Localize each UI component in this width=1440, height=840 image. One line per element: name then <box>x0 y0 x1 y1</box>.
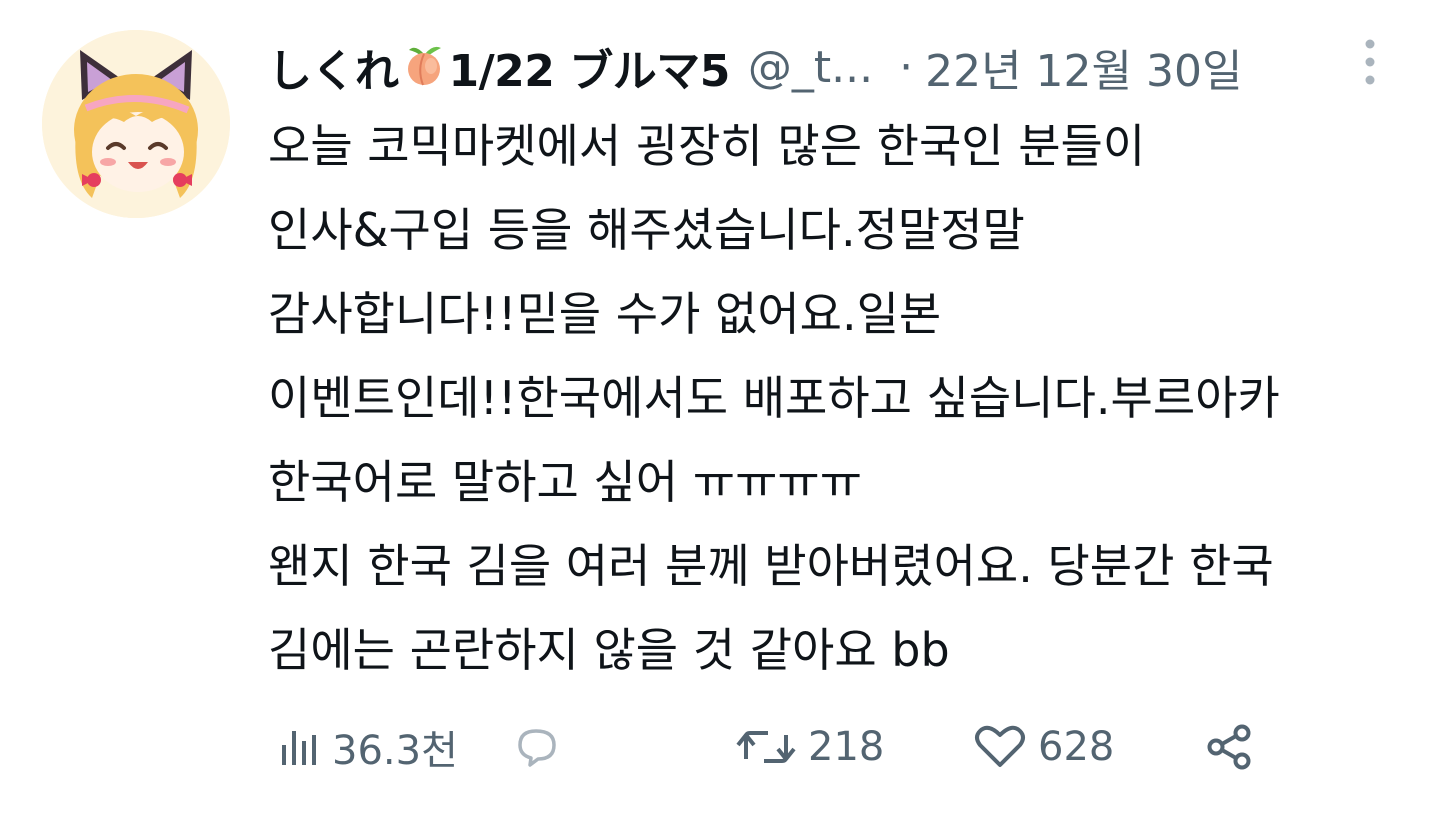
avatar[interactable] <box>42 30 230 218</box>
action-bar: 36.3천 218 628 <box>270 712 1270 782</box>
tweet-text: 오늘 코믹마켓에서 굉장히 많은 한국인 분들이 인사&구입 등을 해주셨습니다… <box>268 104 1418 692</box>
heart-icon <box>975 725 1025 767</box>
tweet: しくれ 1/22 ブルマ5 @_t... · 22년 12월 30일 오늘 코믹… <box>0 0 1440 840</box>
retweet-button[interactable]: 218 <box>734 712 884 782</box>
tweet-text-line: 이벤트인데!!한국에서도 배포하고 싶습니다.부르아카 <box>268 371 1280 425</box>
tweet-text-line: 감사합니다!!믿을 수가 없어요.일본 <box>268 287 942 341</box>
tweet-text-line: 한국어로 말하고 싶어 ㅠㅠㅠㅠ <box>268 455 863 509</box>
more-vertical-icon <box>1365 39 1375 85</box>
peach-emoji-icon <box>401 42 447 92</box>
tweet-text-line: 김에는 곤란하지 않을 것 같아요 bb <box>268 623 950 677</box>
views-button[interactable]: 36.3천 <box>278 712 458 782</box>
user-handle[interactable]: @_t... <box>748 42 873 93</box>
like-button[interactable]: 628 <box>972 712 1114 782</box>
views-count: 36.3천 <box>332 728 458 774</box>
reply-icon <box>518 729 556 767</box>
retweet-icon <box>736 731 796 763</box>
tweet-date[interactable]: 22년 12월 30일 <box>925 35 1242 99</box>
like-count: 628 <box>1038 724 1115 770</box>
separator-dot: · <box>899 41 914 93</box>
retweet-count: 218 <box>808 724 885 770</box>
tweet-text-line: 오늘 코믹마켓에서 굉장히 많은 한국인 분들이 <box>268 119 1146 173</box>
tweet-header: しくれ 1/22 ブルマ5 @_t... · 22년 12월 30일 <box>268 32 1428 102</box>
share-button[interactable] <box>1204 712 1266 782</box>
anime-catgirl-avatar-icon <box>42 30 230 218</box>
more-options-button[interactable] <box>1356 36 1384 88</box>
analytics-icon <box>282 731 316 765</box>
tweet-text-line: 인사&구입 등을 해주셨습니다.정말정말 <box>268 203 1025 257</box>
tweet-text-line: 왠지 한국 김을 여러 분께 받아버렸어요. 당분간 한국 <box>268 539 1274 593</box>
display-name-part1[interactable]: しくれ <box>268 35 399 99</box>
reply-button[interactable] <box>510 712 572 782</box>
share-icon <box>1207 724 1251 770</box>
display-name-part2[interactable]: 1/22 ブルマ5 <box>449 35 731 99</box>
